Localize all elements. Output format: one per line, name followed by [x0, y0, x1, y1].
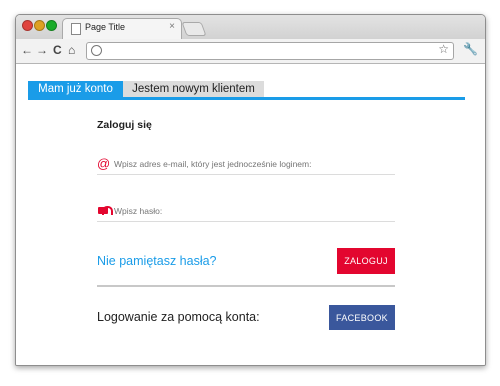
- maximize-window-button[interactable]: [46, 20, 57, 31]
- address-bar[interactable]: ☆: [86, 42, 454, 60]
- tab-new-customer[interactable]: Jestem nowym klientem: [123, 81, 264, 97]
- close-window-button[interactable]: [22, 20, 33, 31]
- document-icon: [71, 23, 81, 35]
- tabs-underline: [28, 97, 465, 100]
- browser-window: Page Title × ← → C ⌂ ☆ 🔧 Mam już konto J…: [15, 14, 486, 366]
- lock-icon: [98, 206, 113, 215]
- password-field: [97, 203, 395, 222]
- email-input[interactable]: [114, 156, 390, 172]
- reload-icon[interactable]: C: [53, 43, 62, 57]
- email-field: @: [97, 156, 395, 175]
- back-arrow-icon[interactable]: ←: [21, 43, 33, 57]
- wrench-menu-icon[interactable]: 🔧: [463, 42, 478, 56]
- social-login-label: Logowanie za pomocą konta:: [97, 310, 260, 324]
- minimize-window-button[interactable]: [34, 20, 45, 31]
- forgot-password-link[interactable]: Nie pamiętasz hasła?: [97, 254, 217, 268]
- login-button[interactable]: ZALOGUJ: [337, 248, 395, 274]
- browser-toolbar: ← → C ⌂ ☆ 🔧: [16, 39, 485, 64]
- forward-arrow-icon[interactable]: →: [36, 43, 48, 57]
- home-icon[interactable]: ⌂: [68, 43, 75, 57]
- close-tab-icon[interactable]: ×: [169, 21, 175, 32]
- password-input[interactable]: [114, 203, 390, 219]
- login-heading: Zaloguj się: [97, 119, 152, 131]
- new-tab-button[interactable]: [181, 22, 207, 36]
- at-sign-icon: @: [97, 156, 111, 171]
- browser-tab-title: Page Title: [85, 22, 126, 32]
- page-content: Mam już konto Jestem nowym klientem Zalo…: [16, 64, 485, 365]
- divider: [97, 285, 395, 287]
- browser-tab[interactable]: Page Title ×: [62, 18, 182, 40]
- globe-icon: [91, 45, 102, 56]
- title-bar: Page Title ×: [16, 15, 485, 40]
- facebook-login-button[interactable]: FACEBOOK: [329, 305, 395, 330]
- bookmark-star-icon[interactable]: ☆: [438, 42, 449, 56]
- tab-existing-account[interactable]: Mam już konto: [28, 81, 123, 97]
